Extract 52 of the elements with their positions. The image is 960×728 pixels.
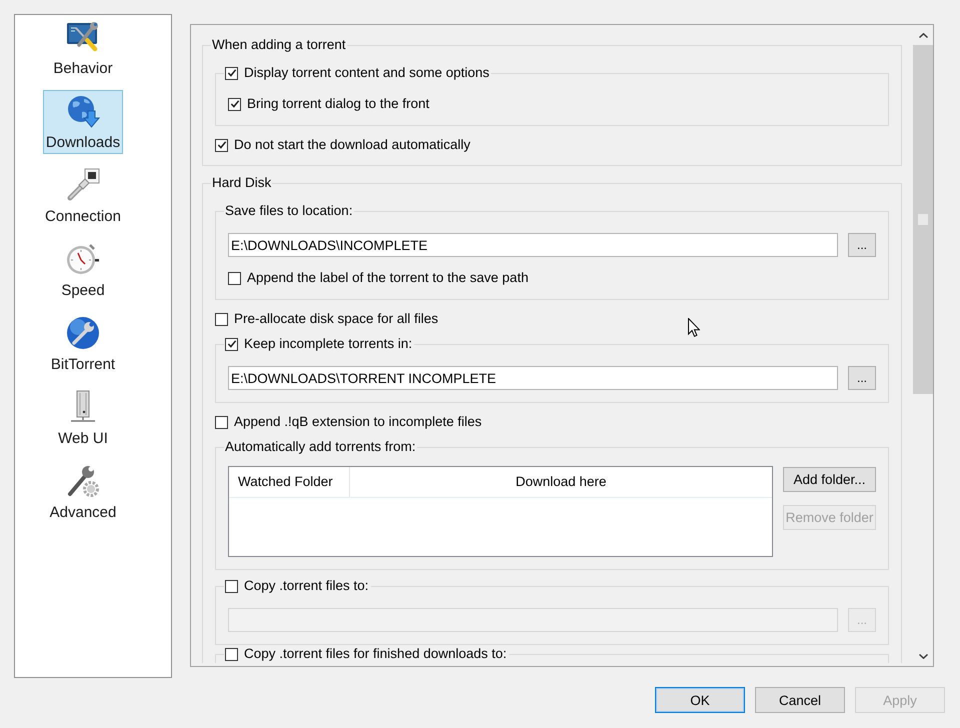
checkbox-label[interactable]: Bring torrent dialog to the front xyxy=(247,95,430,113)
wrench-gear-icon xyxy=(66,464,100,498)
checkbox[interactable] xyxy=(225,66,238,80)
checkbox-label[interactable]: Display torrent content and some options xyxy=(244,64,490,82)
checkbox-label[interactable]: Do not start the download automatically xyxy=(234,136,470,154)
category-item[interactable]: Web UI xyxy=(43,386,123,450)
chevron-up-icon xyxy=(918,32,928,38)
scrollbar-thumb[interactable] xyxy=(913,45,933,394)
chevron-down-icon xyxy=(918,654,928,658)
checkbox[interactable] xyxy=(215,138,228,152)
dialog-button[interactable]: OK xyxy=(655,687,745,713)
checkbox-label[interactable]: Append .!qB extension to incomplete files xyxy=(234,413,482,431)
checkmark-icon xyxy=(226,68,236,78)
folder-path-field[interactable]: E:\DOWNLOADS\TORRENT INCOMPLETE xyxy=(228,366,838,390)
group-title: Hard Disk xyxy=(211,174,272,192)
column-header[interactable]: Watched Folder xyxy=(229,467,350,497)
monitor-tools-icon xyxy=(66,20,100,54)
group-title: Automatically add torrents from: xyxy=(224,438,417,456)
stopwatch-icon xyxy=(66,242,100,276)
category-item[interactable]: Behavior xyxy=(43,16,123,80)
checkbox[interactable] xyxy=(225,580,238,592)
checkbox-label[interactable]: Keep incomplete torrents in: xyxy=(244,335,412,353)
checkbox-label[interactable]: Copy .torrent files to: xyxy=(244,577,369,595)
browse-button[interactable]: ... xyxy=(848,366,876,390)
checkbox[interactable] xyxy=(225,338,238,350)
checkmark-icon xyxy=(230,99,240,109)
checkbox[interactable] xyxy=(228,272,241,284)
group-title: When adding a torrent xyxy=(211,36,347,54)
checkbox-label[interactable]: Append the label of the torrent to the save path xyxy=(247,269,528,287)
group-title: Save files to location: xyxy=(224,202,354,220)
checkbox[interactable] xyxy=(215,416,228,428)
folder-path-field[interactable]: E:\DOWNLOADS\INCOMPLETE xyxy=(228,233,838,257)
category-item[interactable]: Advanced xyxy=(43,460,123,524)
category-item[interactable]: Downloads xyxy=(43,90,123,154)
browse-button[interactable]: ... xyxy=(848,233,876,257)
category-item[interactable]: Speed xyxy=(43,238,123,302)
globe-wrench-icon xyxy=(66,316,100,350)
checkmark-icon xyxy=(226,339,236,349)
mouse-pointer-icon xyxy=(688,318,700,337)
column-header[interactable]: Download here xyxy=(350,467,772,497)
category-item[interactable]: BitTorrent xyxy=(43,312,123,376)
checkbox-label[interactable]: Copy .torrent files for finished downloads to: xyxy=(244,645,507,663)
dialog-button[interactable]: Cancel xyxy=(755,687,845,713)
network-cable-icon xyxy=(66,168,100,202)
checkbox[interactable] xyxy=(228,98,241,110)
checkbox[interactable] xyxy=(225,648,238,660)
globe-download-icon xyxy=(66,94,100,128)
category-item[interactable]: Connection xyxy=(43,164,123,228)
checkmark-icon xyxy=(216,140,226,150)
folder-button[interactable]: Add folder... xyxy=(783,467,876,492)
checkbox[interactable] xyxy=(215,312,228,326)
checkbox-label[interactable]: Pre-allocate disk space for all files xyxy=(234,310,438,328)
